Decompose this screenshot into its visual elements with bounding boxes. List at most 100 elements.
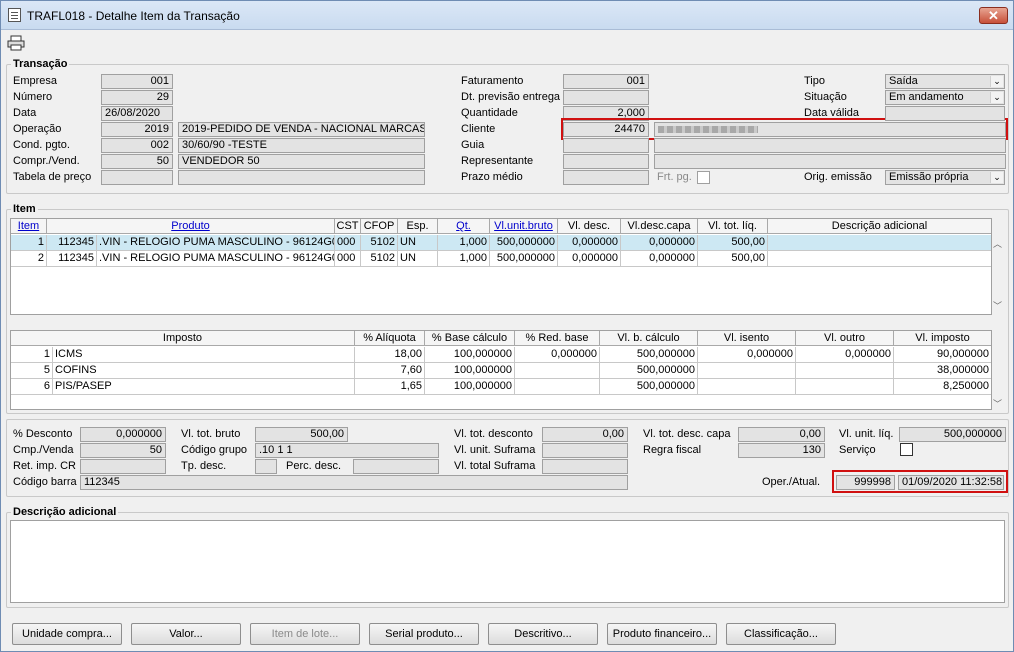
col-header-redbase[interactable]: % Red. base <box>515 331 600 346</box>
tpdesc-field[interactable] <box>255 459 277 474</box>
prazo-field[interactable] <box>563 170 649 185</box>
totdesccapa-field[interactable]: 0,00 <box>738 427 825 442</box>
guia-desc-field <box>654 138 1006 153</box>
totbruto-field[interactable]: 500,00 <box>255 427 348 442</box>
tipo-label: Tipo <box>804 75 825 87</box>
table-cell: 0,000000 <box>515 347 600 363</box>
printer-icon[interactable] <box>7 35 25 51</box>
orig-value: Emissão própria <box>889 171 969 183</box>
table-cell: 500,000000 <box>600 363 698 379</box>
table-cell <box>796 363 894 379</box>
regra-label: Regra fiscal <box>643 444 702 456</box>
valor-button[interactable]: Valor... <box>131 623 241 645</box>
window: TRAFL018 - Detalhe Item da Transação ✕ T… <box>0 0 1014 652</box>
table-cell: 5102 <box>361 235 398 251</box>
col-header-cfop[interactable]: CFOP <box>361 219 398 234</box>
col-header-imposto[interactable]: Imposto <box>11 331 355 346</box>
cliente-highlight <box>561 118 1008 140</box>
item-de-lote-button[interactable]: Item de lote... <box>250 623 360 645</box>
table-cell: 112345 <box>47 235 97 251</box>
representante-field[interactable] <box>563 154 649 169</box>
scroll-down-icon[interactable]: ﹀ <box>993 299 1002 312</box>
col-header-vltotliq[interactable]: Vl. tot. líq. <box>698 219 768 234</box>
scroll-down-icon[interactable]: ﹀ <box>993 397 1002 410</box>
operacao-label: Operação <box>13 123 62 135</box>
totdesconto-field[interactable]: 0,00 <box>542 427 628 442</box>
empresa-field[interactable]: 001 <box>101 74 173 89</box>
table-row[interactable]: 1 <box>11 235 47 251</box>
table-cell: 0,000000 <box>698 347 796 363</box>
compr-code-field[interactable]: 50 <box>101 154 173 169</box>
col-header-vlbcalculo[interactable]: Vl. b. cálculo <box>600 331 698 346</box>
table-cell: 500,000000 <box>600 379 698 395</box>
col-header-vlimposto[interactable]: Vl. imposto <box>894 331 991 346</box>
numero-field[interactable]: 29 <box>101 90 173 105</box>
guia-label: Guia <box>461 139 485 151</box>
descritivo-button[interactable]: Descritivo... <box>488 623 598 645</box>
codgrupo-field[interactable]: .10 1 1 <box>255 443 439 458</box>
col-header-vlisento[interactable]: Vl. isento <box>698 331 796 346</box>
cmp-field[interactable]: 50 <box>80 443 166 458</box>
cond-label: Cond. pgto. <box>13 139 70 151</box>
frt-label: Frt. pg. <box>657 171 692 183</box>
compr-desc-field: VENDEDOR 50 <box>178 154 425 169</box>
unidade-compra-button[interactable]: Unidade compra... <box>12 623 122 645</box>
col-header-cst[interactable]: CST <box>335 219 361 234</box>
col-header-aliquota[interactable]: % Alíquota <box>355 331 425 346</box>
oper-highlight <box>832 470 1008 493</box>
servico-checkbox[interactable] <box>900 443 913 456</box>
close-button[interactable]: ✕ <box>979 7 1008 24</box>
tabela-label: Tabela de preço <box>13 171 92 183</box>
table-cell: 0,000000 <box>796 347 894 363</box>
cond-code-field[interactable]: 002 <box>101 138 173 153</box>
unitliq-field[interactable]: 500,000000 <box>899 427 1006 442</box>
col-header-vlunitbruto[interactable]: Vl.unit.bruto <box>490 219 558 234</box>
tabela-code-field[interactable] <box>101 170 173 185</box>
dtprev-field[interactable] <box>563 90 649 105</box>
totalsuframa-field[interactable] <box>542 459 628 474</box>
percdesc-label: Perc. desc. <box>286 460 342 472</box>
datavalida-field[interactable] <box>885 106 1005 121</box>
col-header-basecalculo[interactable]: % Base cálculo <box>425 331 515 346</box>
desconto-field[interactable]: 0,000000 <box>80 427 166 442</box>
col-header-vldesc[interactable]: Vl. desc. <box>558 219 621 234</box>
descricao-title: Descrição adicional <box>11 506 119 519</box>
classificacao-button[interactable]: Classificação... <box>726 623 836 645</box>
operacao-code-field[interactable]: 2019 <box>101 122 173 137</box>
table-cell <box>768 251 991 267</box>
situacao-select[interactable]: Em andamento ⌄ <box>885 90 1005 105</box>
col-header-qt[interactable]: Qt. <box>438 219 490 234</box>
col-header-descricao[interactable]: Descrição adicional <box>768 219 991 234</box>
data-field[interactable]: 26/08/2020 <box>101 106 173 121</box>
table-cell: COFINS <box>53 363 355 379</box>
col-header-produto[interactable]: Produto <box>47 219 335 234</box>
unitsuframa-field[interactable] <box>542 443 628 458</box>
descricao-textarea[interactable] <box>10 520 1005 603</box>
cond-desc-field: 30/60/90 -TESTE <box>178 138 425 153</box>
tipo-select[interactable]: Saída ⌄ <box>885 74 1005 89</box>
faturamento-field[interactable]: 001 <box>563 74 649 89</box>
unitliq-label: Vl. unit. líq. <box>839 428 894 440</box>
serial-produto-button[interactable]: Serial produto... <box>369 623 479 645</box>
retimp-field[interactable] <box>80 459 166 474</box>
scroll-up-icon[interactable]: ︿ <box>993 237 1002 250</box>
table-row[interactable]: 5 <box>11 363 53 379</box>
produto-financeiro-button[interactable]: Produto financeiro... <box>607 623 717 645</box>
table-cell <box>515 379 600 395</box>
table-row[interactable]: 2 <box>11 251 47 267</box>
percdesc-field[interactable] <box>353 459 439 474</box>
col-header-item[interactable]: Item <box>11 219 47 234</box>
col-header-vldesccapa[interactable]: Vl.desc.capa <box>621 219 698 234</box>
guia-field[interactable] <box>563 138 649 153</box>
table-cell: 5102 <box>361 251 398 267</box>
col-header-esp[interactable]: Esp. <box>398 219 438 234</box>
frt-checkbox[interactable] <box>697 171 710 184</box>
orig-select[interactable]: Emissão própria ⌄ <box>885 170 1005 185</box>
regra-field[interactable]: 130 <box>738 443 825 458</box>
table-row[interactable]: 6 <box>11 379 53 395</box>
col-header-vloutro[interactable]: Vl. outro <box>796 331 894 346</box>
table-cell: PIS/PASEP <box>53 379 355 395</box>
codbarra-field[interactable]: 112345 <box>80 475 628 490</box>
desconto-label: % Desconto <box>13 428 73 440</box>
table-row[interactable]: 1 <box>11 347 53 363</box>
